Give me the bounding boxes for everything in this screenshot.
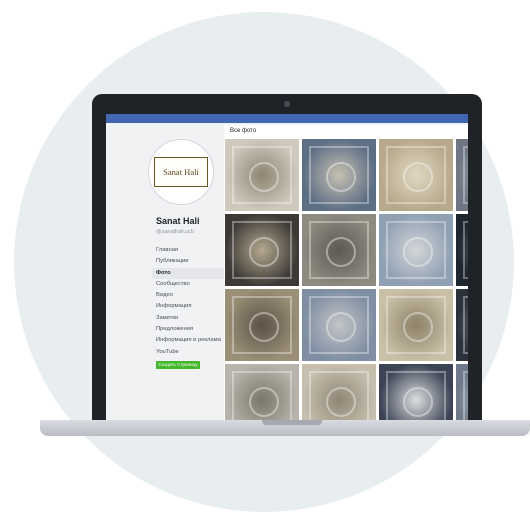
- rug-photo-11[interactable]: [379, 289, 453, 361]
- rug-medallion: [325, 312, 357, 342]
- rug-border: [463, 296, 468, 354]
- rug-medallion: [248, 162, 280, 192]
- create-page-button[interactable]: Создать Страницу: [156, 361, 200, 369]
- rug-photo-3[interactable]: [379, 139, 453, 211]
- laptop-notch: [262, 420, 322, 425]
- rug-medallion: [402, 387, 434, 417]
- nav-item[interactable]: YouTube: [152, 347, 224, 358]
- nav-item[interactable]: Предложения: [152, 324, 224, 335]
- rug-medallion: [248, 237, 280, 267]
- nav-item[interactable]: Сообщество: [152, 279, 224, 290]
- rug-medallion: [325, 162, 357, 192]
- nav-item[interactable]: Фото: [152, 267, 224, 279]
- laptop-screen-bezel: Sanat Hali Sanat Hali @sanathali.ucb Гла…: [92, 94, 482, 420]
- rug-photo-2[interactable]: [302, 139, 376, 211]
- top-bar: [106, 114, 468, 123]
- rug-border: [463, 371, 468, 420]
- rug-photo-14[interactable]: [302, 364, 376, 420]
- rug-photo-4[interactable]: [456, 139, 468, 211]
- rug-medallion: [248, 387, 280, 417]
- nav-item[interactable]: Публикации: [152, 256, 224, 267]
- rug-medallion: [325, 237, 357, 267]
- page-name[interactable]: Sanat Hali: [156, 216, 200, 226]
- rug-photo-6[interactable]: [302, 214, 376, 286]
- rug-medallion: [402, 312, 434, 342]
- rug-medallion: [402, 162, 434, 192]
- rug-photo-7[interactable]: [379, 214, 453, 286]
- rug-border: [463, 146, 468, 204]
- rug-border: [463, 221, 468, 279]
- rug-photo-13[interactable]: [225, 364, 299, 420]
- sanat-hali-logo: Sanat Hali: [154, 157, 208, 187]
- rug-photo-16[interactable]: [456, 364, 468, 420]
- nav-item[interactable]: Заметки: [152, 313, 224, 324]
- rug-photo-5[interactable]: [225, 214, 299, 286]
- photos-panel: Все фото: [224, 125, 468, 420]
- nav-item[interactable]: Главная: [152, 245, 224, 256]
- screen: Sanat Hali Sanat Hali @sanathali.ucb Гла…: [106, 114, 468, 420]
- rug-medallion: [402, 237, 434, 267]
- photo-grid: [224, 139, 468, 420]
- nav-item[interactable]: Видео: [152, 290, 224, 301]
- rug-medallion: [325, 387, 357, 417]
- camera-icon: [284, 101, 290, 107]
- rug-medallion: [248, 312, 280, 342]
- content-title: Все фото: [230, 128, 257, 134]
- page-avatar[interactable]: Sanat Hali: [148, 139, 214, 205]
- sidebar: Sanat Hali Sanat Hali @sanathali.ucb Гла…: [106, 123, 224, 420]
- nav-item[interactable]: Информация: [152, 301, 224, 312]
- nav-item[interactable]: Информация и реклама: [152, 335, 224, 346]
- page-nav: Главная Публикации Фото Сообщество Видео Инфо…: [152, 245, 224, 358]
- rug-photo-1[interactable]: [225, 139, 299, 211]
- rug-photo-10[interactable]: [302, 289, 376, 361]
- page-handle: @sanathali.ucb: [156, 229, 194, 235]
- rug-photo-15[interactable]: [379, 364, 453, 420]
- rug-photo-8[interactable]: [456, 214, 468, 286]
- rug-photo-12[interactable]: [456, 289, 468, 361]
- rug-photo-9[interactable]: [225, 289, 299, 361]
